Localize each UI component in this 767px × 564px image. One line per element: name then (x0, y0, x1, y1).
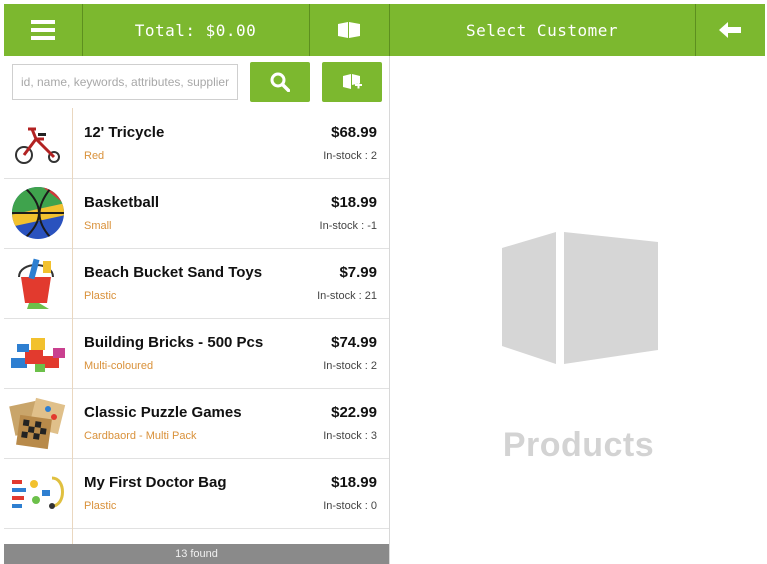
product-list-panel: 12' Tricycle Red $68.99 In-stock : 2 (4, 56, 390, 564)
large-box-icon (502, 232, 658, 364)
add-product-box-icon (343, 74, 362, 89)
product-thumbnail (4, 108, 73, 178)
doctor-bag-icon (12, 476, 64, 509)
empty-state-label: Products (502, 426, 655, 464)
product-stock: In-stock : 0 (323, 500, 377, 512)
product-name: Basketball (84, 194, 160, 211)
product-row[interactable]: Building Bricks - 500 Pcs Multi-coloured… (4, 318, 389, 389)
tricycle-icon (15, 127, 60, 164)
header-divider (309, 4, 310, 56)
product-row[interactable]: 12' Tricycle Red $68.99 In-stock : 2 (4, 108, 389, 179)
product-name: Classic Puzzle Games (84, 404, 242, 421)
product-price: $18.99 (331, 194, 377, 211)
products-empty-state: Products (390, 56, 767, 564)
header-divider (389, 4, 390, 56)
product-stock: In-stock : 3 (323, 430, 377, 442)
product-thumbnail (4, 318, 73, 388)
header-divider (82, 4, 83, 56)
product-row[interactable]: Beach Bucket Sand Toys Plastic $7.99 In-… (4, 248, 389, 319)
product-box-icon (338, 22, 360, 38)
product-name: My First Doctor Bag (84, 474, 227, 491)
product-thumbnail (4, 528, 73, 544)
back-arrow-icon (719, 22, 741, 38)
product-name: Building Bricks - 500 Pcs (84, 334, 264, 351)
add-product-button[interactable] (322, 62, 382, 102)
product-stock: In-stock : 2 (323, 360, 377, 372)
product-price: $74.99 (331, 334, 377, 351)
menu-button[interactable] (4, 4, 82, 56)
product-search-input[interactable] (12, 64, 238, 100)
results-count: 13 found (4, 544, 389, 564)
product-attribute: Multi-coloured (84, 360, 154, 372)
product-thumbnail (4, 248, 73, 318)
hamburger-menu-icon (31, 20, 55, 40)
product-row[interactable]: Classic Puzzle Games Cardbaord - Multi P… (4, 388, 389, 459)
product-thumbnail (4, 388, 73, 458)
product-attribute: Plastic (84, 500, 117, 512)
product-price: $7.99 (339, 264, 377, 281)
search-button[interactable] (250, 62, 310, 102)
product-row[interactable]: Basketball Small $18.99 In-stock : -1 (4, 178, 389, 249)
header-divider (695, 4, 696, 56)
products-button[interactable] (309, 4, 389, 56)
product-attribute: Red (84, 150, 105, 162)
board-games-icon (9, 397, 66, 450)
product-name: Beach Bucket Sand Toys (84, 264, 263, 281)
sand-bucket-icon (18, 258, 54, 309)
product-name: 12' Tricycle (84, 124, 165, 141)
product-stock: In-stock : 21 (317, 290, 377, 302)
building-bricks-icon (11, 338, 65, 372)
product-thumbnail (4, 178, 73, 248)
product-stock: In-stock : -1 (319, 220, 377, 232)
basketball-icon (12, 187, 64, 239)
product-attribute: Small (84, 220, 112, 232)
product-stock: In-stock : 2 (323, 150, 377, 162)
back-button[interactable] (695, 4, 765, 56)
product-thumbnail (4, 458, 73, 528)
product-price: $22.99 (331, 404, 377, 421)
product-attribute: Cardbaord - Multi Pack (84, 430, 197, 442)
product-row[interactable]: My First Doctor Bag Plastic $18.99 In-st… (4, 458, 389, 529)
select-customer-button[interactable]: Select Customer (389, 4, 695, 56)
product-attribute: Plastic (84, 290, 117, 302)
search-icon (270, 72, 290, 92)
product-price: $68.99 (331, 124, 377, 141)
product-price: $18.99 (331, 474, 377, 491)
top-bar: Total: $0.00 Select Customer (4, 4, 765, 56)
product-row[interactable] (4, 528, 389, 544)
order-total: Total: $0.00 (134, 20, 257, 40)
